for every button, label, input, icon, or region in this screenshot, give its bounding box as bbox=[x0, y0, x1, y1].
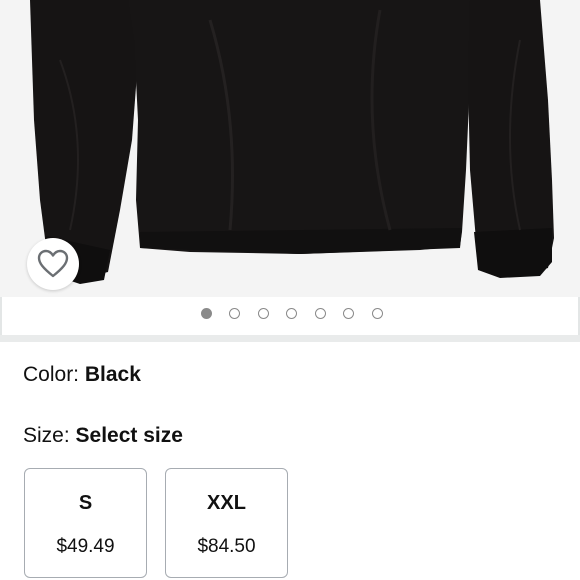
wishlist-button[interactable] bbox=[27, 238, 79, 290]
carousel-dot[interactable] bbox=[286, 308, 297, 319]
size-option-s[interactable]: S $49.49 bbox=[24, 468, 147, 578]
size-value: Select size bbox=[75, 424, 183, 447]
size-selection: Size: Select size bbox=[23, 423, 183, 449]
heart-outline-icon bbox=[37, 249, 69, 278]
section-divider bbox=[0, 335, 580, 342]
size-option-price: $84.50 bbox=[197, 536, 256, 557]
carousel-dot[interactable] bbox=[315, 308, 326, 319]
carousel-dot[interactable] bbox=[201, 308, 212, 319]
color-selection: Color: Black bbox=[23, 362, 141, 388]
carousel-dot[interactable] bbox=[372, 308, 383, 319]
size-option-label: S bbox=[78, 492, 93, 514]
carousel-dot[interactable] bbox=[229, 308, 240, 319]
product-detail-page: Color: Black Size: Select size S $49.49 … bbox=[0, 0, 580, 580]
color-value: Black bbox=[84, 363, 141, 386]
image-carousel-indicator bbox=[0, 297, 580, 335]
shirt-image bbox=[30, 0, 554, 284]
product-image[interactable] bbox=[0, 0, 580, 297]
size-option-label: XXL bbox=[207, 492, 246, 514]
size-label: Size: bbox=[23, 424, 76, 447]
color-label: Color: bbox=[23, 363, 85, 386]
size-option-price: $49.49 bbox=[56, 536, 115, 557]
carousel-dot[interactable] bbox=[258, 308, 269, 319]
carousel-dot[interactable] bbox=[343, 308, 354, 319]
size-option-xxl[interactable]: XXL $84.50 bbox=[165, 468, 288, 578]
